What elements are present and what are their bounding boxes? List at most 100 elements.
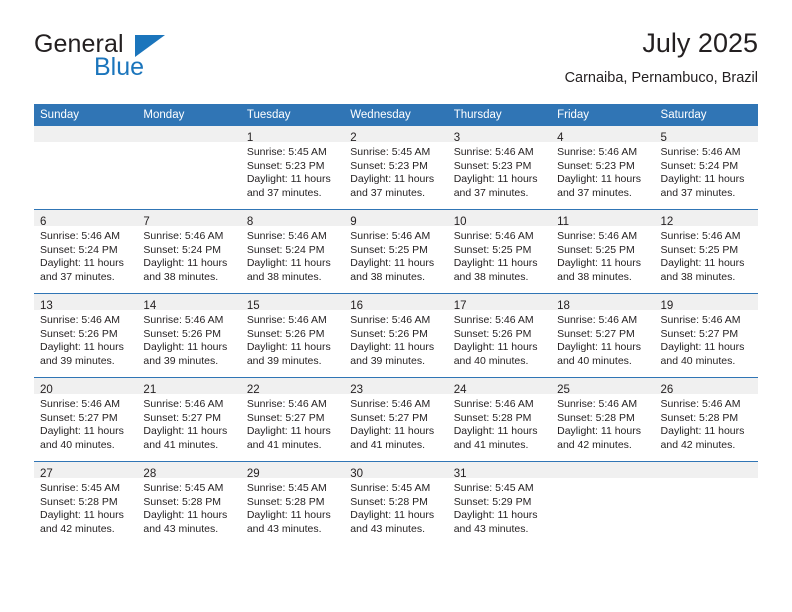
day-detail-line: and 38 minutes.	[453, 270, 529, 283]
calendar-day-cell[interactable]: 16 Sunrise: 5:46 AM Sunset: 5:26 PM Dayligh…	[344, 293, 448, 378]
day-detail-line: Daylight: 11 hours	[660, 341, 745, 354]
calendar-day-cell[interactable]: 31 Sunrise: 5:45 AM Sunset: 5:29 PM Dayligh…	[447, 461, 552, 545]
day-cell-inner	[654, 462, 758, 545]
day-detail-line: Daylight: 11 hours	[40, 425, 124, 438]
calendar-day-cell[interactable]: 27 Sunrise: 5:45 AM Sunset: 5:28 PM Dayligh…	[34, 461, 138, 545]
calendar-day-cell[interactable]: 13 Sunrise: 5:46 AM Sunset: 5:26 PM Dayligh…	[34, 293, 138, 378]
day-number: 22	[246, 384, 260, 396]
calendar-day-cell[interactable]: 24 Sunrise: 5:46 AM Sunset: 5:28 PM Dayligh…	[447, 377, 552, 462]
day-detail-line: Daylight: 11 hours	[246, 509, 331, 522]
day-number: 8	[246, 216, 254, 228]
day-number: 14	[143, 300, 157, 312]
day-number-band: 12	[654, 210, 758, 228]
day-cell-details: Sunrise: 5:46 AM Sunset: 5:27 PM Daylight:…	[551, 310, 654, 368]
calendar-day-cell[interactable]: 12 Sunrise: 5:46 AM Sunset: 5:25 PM Dayligh…	[654, 209, 758, 294]
day-detail-line: and 37 minutes.	[453, 186, 529, 199]
calendar-week-row: 13 Sunrise: 5:46 AM Sunset: 5:26 PM Dayligh…	[34, 293, 758, 378]
day-cell-details	[34, 142, 137, 146]
calendar-day-cell[interactable]: 8 Sunrise: 5:46 AM Sunset: 5:24 PM Daylight…	[240, 209, 345, 294]
day-detail-line: Sunrise: 5:46 AM	[557, 146, 638, 158]
day-cell-details: Sunrise: 5:46 AM Sunset: 5:26 PM Daylight:…	[137, 310, 240, 368]
day-detail-line: Sunrise: 5:46 AM	[246, 314, 327, 326]
day-cell-details	[655, 478, 758, 482]
weekday-header-friday: Friday	[551, 104, 655, 126]
day-cell-details: Sunrise: 5:45 AM Sunset: 5:28 PM Daylight:…	[34, 478, 137, 536]
calendar-day-cell[interactable]: 10 Sunrise: 5:46 AM Sunset: 5:25 PM Dayligh…	[447, 209, 552, 294]
calendar-day-cell[interactable]: 9 Sunrise: 5:46 AM Sunset: 5:25 PM Daylight…	[344, 209, 448, 294]
day-cell-details: Sunrise: 5:45 AM Sunset: 5:23 PM Daylight:…	[241, 142, 344, 200]
day-detail-line: and 43 minutes.	[143, 522, 219, 535]
calendar-empty-cell	[34, 126, 138, 210]
day-detail-line: Sunrise: 5:46 AM	[143, 314, 224, 326]
calendar-day-cell[interactable]: 18 Sunrise: 5:46 AM Sunset: 5:27 PM Dayligh…	[551, 293, 655, 378]
day-number-band: 9	[344, 210, 448, 228]
day-detail-line: Daylight: 11 hours	[660, 257, 745, 270]
day-detail-line: and 37 minutes.	[350, 186, 425, 199]
day-cell-details: Sunrise: 5:45 AM Sunset: 5:23 PM Daylight:…	[344, 142, 447, 200]
calendar-day-cell[interactable]: 2 Sunrise: 5:45 AM Sunset: 5:23 PM Daylight…	[344, 126, 448, 210]
calendar-day-cell[interactable]: 22 Sunrise: 5:46 AM Sunset: 5:27 PM Dayligh…	[240, 377, 345, 462]
day-cell-details: Sunrise: 5:46 AM Sunset: 5:23 PM Daylight:…	[448, 142, 551, 200]
day-number: 18	[557, 300, 570, 312]
day-detail-line: and 39 minutes.	[143, 354, 219, 367]
day-cell-inner: 19 Sunrise: 5:46 AM Sunset: 5:27 PM Dayligh…	[654, 294, 758, 377]
calendar-day-cell[interactable]: 1 Sunrise: 5:45 AM Sunset: 5:23 PM Daylight…	[240, 126, 345, 210]
day-detail-line: and 42 minutes.	[660, 438, 736, 451]
day-number-band	[551, 462, 655, 478]
day-detail-line: Sunrise: 5:46 AM	[660, 230, 741, 242]
calendar-day-cell[interactable]: 5 Sunrise: 5:46 AM Sunset: 5:24 PM Daylight…	[654, 126, 758, 210]
calendar-day-cell[interactable]: 6 Sunrise: 5:46 AM Sunset: 5:24 PM Daylight…	[34, 209, 138, 294]
weekday-header-tuesday: Tuesday	[240, 104, 345, 126]
day-number-band: 7	[137, 210, 241, 228]
day-cell-details: Sunrise: 5:45 AM Sunset: 5:28 PM Daylight:…	[137, 478, 240, 536]
calendar-day-cell[interactable]: 7 Sunrise: 5:46 AM Sunset: 5:24 PM Daylight…	[137, 209, 241, 294]
calendar-day-cell[interactable]: 26 Sunrise: 5:46 AM Sunset: 5:28 PM Dayligh…	[654, 377, 758, 462]
calendar-day-cell[interactable]: 23 Sunrise: 5:46 AM Sunset: 5:27 PM Dayligh…	[344, 377, 448, 462]
calendar-day-cell[interactable]: 17 Sunrise: 5:46 AM Sunset: 5:26 PM Dayligh…	[447, 293, 552, 378]
calendar-day-cell[interactable]: 28 Sunrise: 5:45 AM Sunset: 5:28 PM Dayligh…	[137, 461, 241, 545]
calendar-day-cell[interactable]: 21 Sunrise: 5:46 AM Sunset: 5:27 PM Dayligh…	[137, 377, 241, 462]
calendar-week-row: 27 Sunrise: 5:45 AM Sunset: 5:28 PM Dayligh…	[34, 461, 758, 545]
day-detail-line: Sunset: 5:25 PM	[557, 243, 635, 256]
day-number-band	[34, 126, 138, 142]
day-number-band: 29	[240, 462, 345, 480]
day-detail-line: Sunrise: 5:46 AM	[143, 230, 224, 242]
day-cell-details: Sunrise: 5:46 AM Sunset: 5:23 PM Daylight:…	[551, 142, 654, 200]
calendar-day-cell[interactable]: 11 Sunrise: 5:46 AM Sunset: 5:25 PM Dayligh…	[551, 209, 655, 294]
day-number: 9	[350, 216, 357, 228]
day-number: 12	[660, 216, 674, 228]
calendar-day-cell[interactable]: 14 Sunrise: 5:46 AM Sunset: 5:26 PM Dayligh…	[137, 293, 241, 378]
day-detail-line: and 41 minutes.	[143, 438, 219, 451]
day-detail-line: Sunset: 5:27 PM	[350, 411, 428, 424]
calendar-day-cell[interactable]: 30 Sunrise: 5:45 AM Sunset: 5:28 PM Dayligh…	[344, 461, 448, 545]
day-number: 29	[246, 468, 260, 480]
day-detail-line: Sunset: 5:23 PM	[246, 159, 325, 172]
day-number-band: 11	[551, 210, 655, 228]
day-detail-line: and 38 minutes.	[143, 270, 219, 283]
calendar-day-cell[interactable]: 25 Sunrise: 5:46 AM Sunset: 5:28 PM Dayligh…	[551, 377, 655, 462]
day-cell-details: Sunrise: 5:45 AM Sunset: 5:29 PM Daylight:…	[448, 478, 551, 536]
day-detail-line: Daylight: 11 hours	[557, 341, 641, 354]
calendar-day-cell[interactable]: 19 Sunrise: 5:46 AM Sunset: 5:27 PM Dayligh…	[654, 293, 758, 378]
day-detail-line: and 39 minutes.	[40, 354, 115, 367]
day-detail-line: Sunrise: 5:45 AM	[246, 146, 327, 158]
day-detail-line: Sunset: 5:27 PM	[143, 411, 222, 424]
calendar-week-row: 6 Sunrise: 5:46 AM Sunset: 5:24 PM Daylight…	[34, 209, 758, 294]
day-detail-line: and 41 minutes.	[246, 438, 322, 451]
calendar-day-cell[interactable]: 3 Sunrise: 5:46 AM Sunset: 5:23 PM Daylight…	[447, 126, 552, 210]
calendar-header-row: Sunday Monday Tuesday Wednesday Thursday Frid…	[34, 104, 758, 126]
day-detail-line: Sunset: 5:24 PM	[40, 243, 118, 256]
calendar-day-cell[interactable]: 29 Sunrise: 5:45 AM Sunset: 5:28 PM Dayligh…	[240, 461, 345, 545]
day-cell-inner: 21 Sunrise: 5:46 AM Sunset: 5:27 PM Dayligh…	[137, 378, 241, 461]
day-number: 16	[350, 300, 364, 312]
calendar-day-cell[interactable]: 4 Sunrise: 5:46 AM Sunset: 5:23 PM Daylight…	[551, 126, 655, 210]
calendar-day-cell[interactable]: 20 Sunrise: 5:46 AM Sunset: 5:27 PM Dayligh…	[34, 377, 138, 462]
day-cell-inner: 9 Sunrise: 5:46 AM Sunset: 5:25 PM Daylight…	[344, 210, 448, 293]
day-detail-line: Sunset: 5:28 PM	[660, 411, 739, 424]
calendar-day-cell[interactable]: 15 Sunrise: 5:46 AM Sunset: 5:26 PM Dayligh…	[240, 293, 345, 378]
day-detail-line: Sunset: 5:26 PM	[453, 327, 532, 340]
day-number-band: 16	[344, 294, 448, 312]
day-detail-line: and 38 minutes.	[246, 270, 322, 283]
day-detail-line: and 37 minutes.	[660, 186, 736, 199]
general-blue-logo[interactable]: General Blue	[34, 30, 264, 92]
